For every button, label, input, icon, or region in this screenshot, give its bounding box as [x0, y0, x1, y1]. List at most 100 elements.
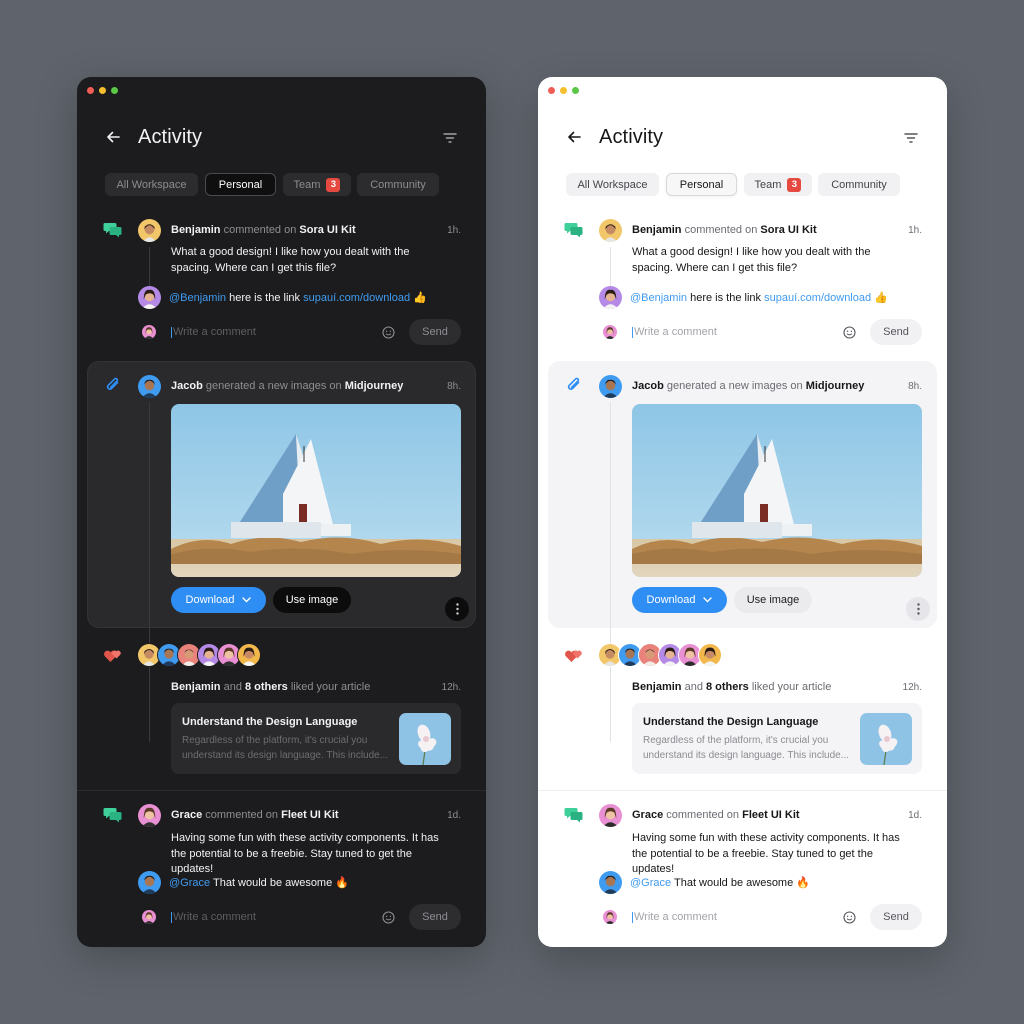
download-button[interactable]: Download — [632, 587, 727, 613]
smiley-icon[interactable] — [843, 911, 856, 924]
chevron-down-icon — [703, 597, 713, 603]
filter-lines-icon[interactable] — [903, 131, 919, 145]
activity-window-light: Activity All Workspace Personal Team 3 Co… — [538, 77, 947, 947]
reply-text: @Grace That would be awesome 🔥 — [169, 877, 349, 889]
hearts-icon — [104, 650, 121, 662]
window-controls[interactable] — [87, 87, 118, 94]
activity-header: Grace commented on Fleet UI Kit — [632, 809, 800, 821]
tab-all-workspace[interactable]: All Workspace — [105, 173, 198, 196]
timestamp: 12h. — [902, 682, 922, 693]
avatar-grace[interactable] — [138, 804, 161, 827]
liker-avatars[interactable] — [598, 643, 722, 667]
generated-image[interactable] — [632, 404, 922, 577]
more-vertical-icon[interactable] — [906, 597, 930, 621]
article-card[interactable]: Understand the Design Language Regardles… — [171, 703, 461, 774]
paperclip-icon — [106, 377, 119, 390]
tab-community[interactable]: Community — [818, 173, 900, 196]
activity-header: Benjamin and 8 others liked your article — [632, 681, 832, 693]
activity-header: Grace commented on Fleet UI Kit — [171, 809, 339, 821]
chevron-down-icon — [242, 597, 252, 603]
use-image-button[interactable]: Use image — [273, 587, 351, 613]
chat-bubbles-icon — [103, 808, 122, 823]
arrow-left-icon[interactable] — [565, 128, 583, 146]
chat-bubbles-icon — [564, 223, 583, 238]
smiley-icon[interactable] — [382, 911, 395, 924]
arrow-left-icon[interactable] — [104, 128, 122, 146]
comment-text: What a good design! I like how you dealt… — [632, 246, 871, 274]
send-button[interactable]: Send — [870, 319, 922, 345]
tab-all-workspace[interactable]: All Workspace — [566, 173, 659, 196]
activity-header: Jacob generated a new images on Midjourn… — [171, 380, 404, 392]
avatar-benjamin[interactable] — [138, 219, 161, 242]
avatar-replier[interactable] — [599, 871, 622, 894]
timestamp: 1d. — [908, 810, 922, 821]
more-vertical-icon[interactable] — [445, 597, 469, 621]
tab-team[interactable]: Team 3 — [744, 173, 812, 196]
article-excerpt: Regardless of the platform, it's crucial… — [643, 735, 850, 761]
comment-input[interactable]: Write a comment — [634, 911, 717, 923]
article-thumbnail — [399, 713, 451, 765]
text-cursor — [632, 327, 633, 338]
avatar[interactable] — [698, 643, 722, 667]
page-title: Activity — [138, 126, 203, 148]
avatar[interactable] — [237, 643, 261, 667]
avatar-jacob[interactable] — [138, 375, 161, 398]
divider — [538, 790, 947, 791]
window-controls[interactable] — [548, 87, 579, 94]
team-count-badge: 3 — [787, 177, 802, 192]
timestamp: 8h. — [447, 381, 461, 392]
tab-personal[interactable]: Personal — [666, 173, 737, 196]
use-image-button[interactable]: Use image — [734, 587, 812, 613]
text-cursor — [171, 327, 172, 338]
thread-line — [610, 402, 611, 742]
comment-text: Having some fun with these activity comp… — [171, 832, 439, 875]
timestamp: 1d. — [447, 810, 461, 821]
article-card[interactable]: Understand the Design Language Regardles… — [632, 703, 922, 774]
avatar-replier[interactable] — [138, 871, 161, 894]
smiley-icon[interactable] — [843, 326, 856, 339]
article-title: Understand the Design Language — [182, 716, 358, 728]
avatar-grace[interactable] — [599, 804, 622, 827]
article-title: Understand the Design Language — [643, 716, 819, 728]
paperclip-icon — [567, 377, 580, 390]
send-button[interactable]: Send — [409, 904, 461, 930]
text-cursor — [632, 912, 633, 923]
tab-team[interactable]: Team 3 — [283, 173, 351, 196]
avatar-jacob[interactable] — [599, 375, 622, 398]
tab-community[interactable]: Community — [357, 173, 439, 196]
avatar-current-user — [603, 910, 617, 924]
avatar-replier[interactable] — [138, 286, 161, 309]
hearts-icon — [565, 650, 582, 662]
timestamp: 8h. — [908, 381, 922, 392]
minimize-dot[interactable] — [99, 87, 106, 94]
maximize-dot[interactable] — [572, 87, 579, 94]
thread-line — [610, 247, 611, 287]
chat-bubbles-icon — [103, 223, 122, 238]
filter-lines-icon[interactable] — [442, 131, 458, 145]
send-button[interactable]: Send — [409, 319, 461, 345]
download-button[interactable]: Download — [171, 587, 266, 613]
comment-text: What a good design! I like how you dealt… — [171, 246, 410, 274]
send-button[interactable]: Send — [870, 904, 922, 930]
text-cursor — [171, 912, 172, 923]
close-dot[interactable] — [548, 87, 555, 94]
avatar-current-user — [142, 325, 156, 339]
activity-header: Benjamin commented on Sora UI Kit — [171, 224, 356, 236]
comment-input[interactable]: Write a comment — [173, 911, 256, 923]
maximize-dot[interactable] — [111, 87, 118, 94]
tab-personal[interactable]: Personal — [205, 173, 276, 196]
comment-input[interactable]: Write a comment — [634, 326, 717, 338]
liker-avatars[interactable] — [137, 643, 261, 667]
minimize-dot[interactable] — [560, 87, 567, 94]
close-dot[interactable] — [87, 87, 94, 94]
chat-bubbles-icon — [564, 808, 583, 823]
timestamp: 1h. — [908, 225, 922, 236]
activity-header: Benjamin commented on Sora UI Kit — [632, 224, 817, 236]
generated-image[interactable] — [171, 404, 461, 577]
comment-input[interactable]: Write a comment — [173, 326, 256, 338]
avatar-benjamin[interactable] — [599, 219, 622, 242]
article-excerpt: Regardless of the platform, it's crucial… — [182, 735, 389, 761]
timestamp: 1h. — [447, 225, 461, 236]
smiley-icon[interactable] — [382, 326, 395, 339]
avatar-replier[interactable] — [599, 286, 622, 309]
